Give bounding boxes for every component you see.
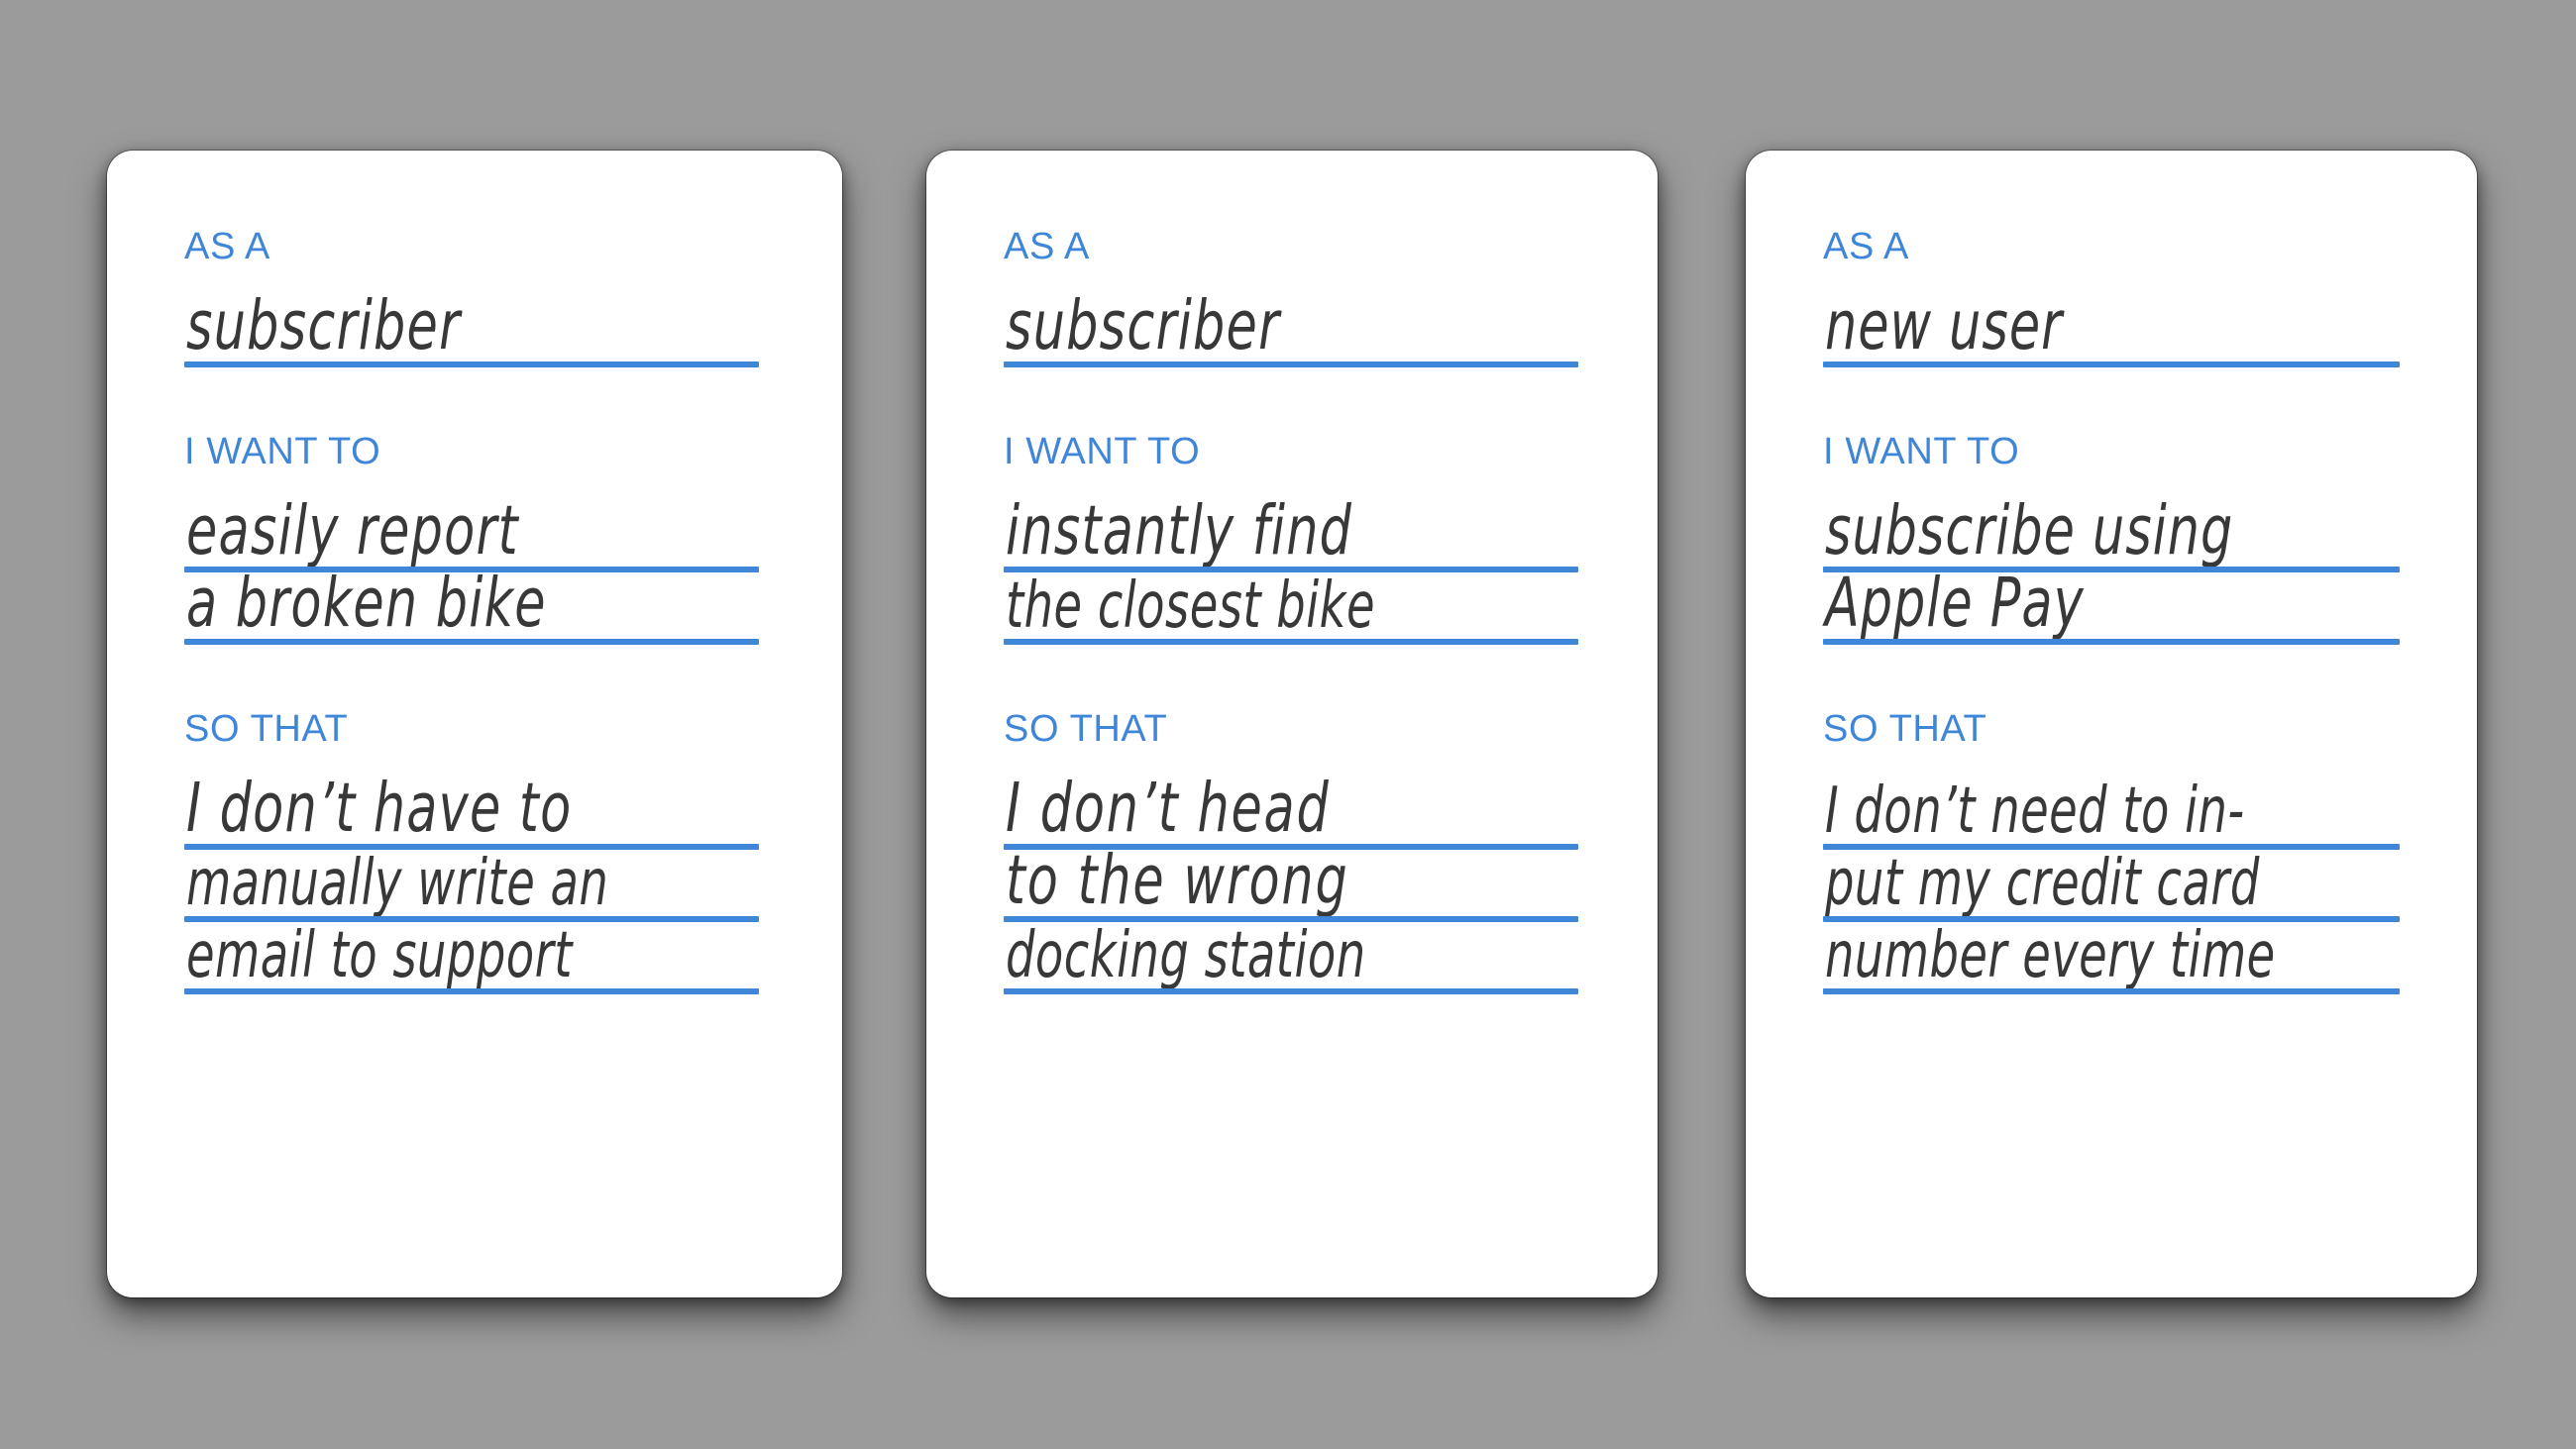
section-i-want-to: I WANT TO easily report a broken bike <box>107 433 842 645</box>
as-a-lines: subscriber <box>1004 285 1658 367</box>
section-as-a: AS A subscriber <box>926 228 1658 367</box>
handwritten-text: put my credit card <box>1825 845 2260 920</box>
handwritten-text: I don’t head <box>1006 768 1331 848</box>
user-story-card[interactable]: AS A new user I WANT TO subscribe using … <box>1746 151 2477 1297</box>
handwritten-text: Apple Pay <box>1825 563 2085 643</box>
section-label-as-a: AS A <box>1004 226 1090 267</box>
ruled-line[interactable]: easily report <box>184 490 842 572</box>
handwritten-text: new user <box>1825 285 2064 365</box>
ruled-line[interactable]: instantly find <box>1004 490 1658 572</box>
handwritten-text: email to support <box>186 917 573 992</box>
section-so-that: SO THAT I don’t head to the wrong dockin… <box>926 710 1658 994</box>
as-a-lines: subscriber <box>184 285 842 367</box>
handwritten-text: instantly find <box>1006 490 1353 570</box>
section-label-as-a: AS A <box>184 226 270 267</box>
so-that-lines: I don’t head to the wrong docking statio… <box>1004 768 1658 994</box>
ruled-line[interactable]: subscribe using <box>1823 490 2477 572</box>
handwritten-text: a broken bike <box>186 563 547 643</box>
section-label-so-that: SO THAT <box>1823 708 1987 750</box>
section-label-i-want-to: I WANT TO <box>1004 431 1201 472</box>
ruled-line[interactable]: a broken bike <box>184 563 842 645</box>
ruled-line[interactable]: docking station <box>1004 922 1658 994</box>
section-i-want-to: I WANT TO subscribe using Apple Pay <box>1746 433 2477 645</box>
ruled-line[interactable]: I don’t head <box>1004 768 1658 850</box>
handwritten-text: I don’t need to in- <box>1825 773 2245 848</box>
ruled-line[interactable]: subscriber <box>184 285 842 367</box>
ruled-line[interactable]: email to support <box>184 922 842 994</box>
ruled-line[interactable]: subscriber <box>1004 285 1658 367</box>
section-label-so-that: SO THAT <box>184 708 349 750</box>
section-i-want-to: I WANT TO instantly find the closest bik… <box>926 433 1658 645</box>
ruled-line[interactable]: I don’t need to in- <box>1823 777 2477 850</box>
section-as-a: AS A new user <box>1746 228 2477 367</box>
handwritten-text: I don’t have to <box>186 768 573 848</box>
handwritten-text: the closest bike <box>1006 568 1375 643</box>
section-label-as-a: AS A <box>1823 226 1909 267</box>
i-want-to-lines: subscribe using Apple Pay <box>1823 490 2477 645</box>
section-label-i-want-to: I WANT TO <box>184 431 381 472</box>
i-want-to-lines: easily report a broken bike <box>184 490 842 645</box>
handwritten-text: docking station <box>1006 917 1366 992</box>
ruled-line[interactable]: manually write an <box>184 850 842 922</box>
ruled-line[interactable]: I don’t have to <box>184 768 842 850</box>
section-so-that: SO THAT I don’t need to in- put my credi… <box>1746 710 2477 994</box>
as-a-lines: new user <box>1823 285 2477 367</box>
so-that-lines: I don’t need to in- put my credit card n… <box>1823 777 2477 994</box>
ruled-line[interactable]: to the wrong <box>1004 840 1658 922</box>
i-want-to-lines: instantly find the closest bike <box>1004 490 1658 645</box>
handwritten-text: easily report <box>186 490 519 570</box>
ruled-line[interactable]: put my credit card <box>1823 850 2477 922</box>
section-so-that: SO THAT I don’t have to manually write a… <box>107 710 842 994</box>
ruled-line[interactable]: number every time <box>1823 922 2477 994</box>
card-board: AS A subscriber I WANT TO easily report … <box>0 0 2576 1449</box>
section-label-i-want-to: I WANT TO <box>1823 431 2020 472</box>
user-story-card[interactable]: AS A subscriber I WANT TO easily report … <box>107 151 842 1297</box>
section-label-so-that: SO THAT <box>1004 708 1168 750</box>
handwritten-text: manually write an <box>186 845 609 920</box>
handwritten-text: subscribe using <box>1825 490 2234 570</box>
ruled-line[interactable]: Apple Pay <box>1823 563 2477 645</box>
ruled-line[interactable]: new user <box>1823 285 2477 367</box>
user-story-card[interactable]: AS A subscriber I WANT TO instantly find… <box>926 151 1658 1297</box>
so-that-lines: I don’t have to manually write an email … <box>184 768 842 994</box>
handwritten-text: subscriber <box>1006 285 1281 365</box>
section-as-a: AS A subscriber <box>107 228 842 367</box>
handwritten-text: number every time <box>1825 917 2276 992</box>
handwritten-text: subscriber <box>186 285 462 365</box>
ruled-line[interactable]: the closest bike <box>1004 572 1658 645</box>
handwritten-text: to the wrong <box>1006 840 1349 920</box>
